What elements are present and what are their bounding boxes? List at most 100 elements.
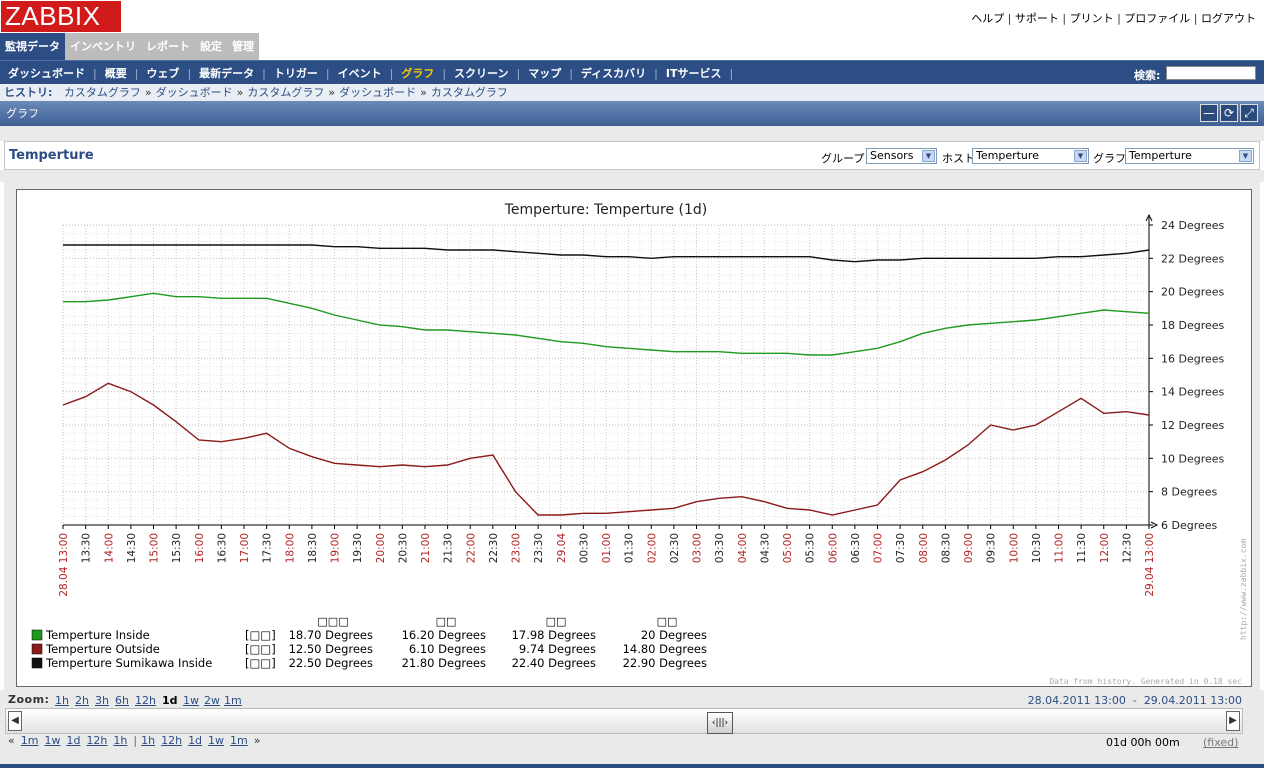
top-link[interactable]: プリント <box>1070 12 1114 25</box>
nav-fwd-1w[interactable]: 1w <box>208 734 224 747</box>
zoom-link-1d[interactable]: 1d <box>162 694 178 707</box>
submenu-item[interactable]: ディスカバリ <box>577 65 650 81</box>
zoom-link-2w[interactable]: 2w <box>204 694 220 707</box>
submenu-item[interactable]: スクリーン <box>450 65 512 81</box>
nav-fwd-1m[interactable]: 1m <box>230 734 248 747</box>
group-select[interactable]: Sensors ▼ <box>866 148 937 164</box>
group-select-value: Sensors <box>870 149 914 162</box>
range-from: 28.04.2011 13:00 <box>1027 694 1126 707</box>
header: ZABBIX ヘルプ | サポート | プリント | プロファイル | ログアウ… <box>0 0 1264 33</box>
refresh-icon[interactable]: ⟳ <box>1220 104 1238 122</box>
search-input[interactable] <box>1166 66 1256 80</box>
x-tick-label: 22:00 <box>465 533 477 563</box>
main-tab[interactable]: 管理 <box>227 33 259 60</box>
host-select-value: Temperture <box>976 149 1039 162</box>
x-tick-label: 15:00 <box>149 533 161 563</box>
period-nav: «1m 1w 1d 12h 1h | 1h 12h 1d 1w 1m» <box>8 734 267 747</box>
history-crumb[interactable]: ダッシュボード <box>339 86 416 99</box>
submenu-item[interactable]: 概要 <box>101 65 131 81</box>
graph-image[interactable]: Temperture: Temperture (1d) 6 Degrees 8 De… <box>16 189 1252 687</box>
search-label: 検索: <box>1134 69 1161 82</box>
nav-back-1m[interactable]: 1m <box>21 734 39 747</box>
top-link[interactable]: サポート <box>1015 12 1059 25</box>
host-select[interactable]: Temperture ▼ <box>972 148 1089 164</box>
zoom-link-1m[interactable]: 1m <box>224 694 242 707</box>
legend-header: □□□ <box>317 615 348 628</box>
x-tick-label: 29.04 13:00 <box>1144 533 1156 597</box>
nav-back-1h[interactable]: 1h <box>113 734 127 747</box>
scroll-left-icon[interactable]: ◀ <box>8 711 22 731</box>
nav-separator: | <box>133 734 138 747</box>
nav-fwd-12h[interactable]: 12h <box>161 734 182 747</box>
submenu-item[interactable]: マップ <box>524 65 565 81</box>
submenu-item[interactable]: トリガー <box>270 65 322 81</box>
x-tick-label: 14:00 <box>103 533 115 563</box>
nav-back-1w[interactable]: 1w <box>44 734 60 747</box>
period-value: 01d 00h 00m <box>1106 736 1180 749</box>
zoom-link-6h[interactable]: 6h <box>115 694 129 707</box>
zabbix-logo[interactable]: ZABBIX <box>1 1 121 32</box>
link-separator: | <box>1058 12 1070 25</box>
main-tab[interactable]: インベントリ <box>65 33 141 60</box>
x-tick-label: 20:30 <box>397 533 409 563</box>
submenu-item[interactable]: 最新データ <box>195 65 258 81</box>
history-bar: ヒストリ: カスタムグラフ» ダッシュボード» カスタムグラフ» ダッシュボード» カス… <box>0 84 1264 101</box>
x-tick-label: 13:30 <box>81 533 93 563</box>
nav-back-1d[interactable]: 1d <box>66 734 80 747</box>
submenu-item[interactable]: ダッシュボード <box>4 65 89 81</box>
zoom-link-1w[interactable]: 1w <box>183 694 199 707</box>
zoom-link-1h[interactable]: 1h <box>55 694 69 707</box>
main-tab[interactable]: レポート <box>141 33 195 60</box>
submenu-item[interactable]: ITサービス <box>662 65 726 81</box>
fixed-toggle[interactable]: (fixed) <box>1203 736 1238 749</box>
legend-name: Temperture Sumikawa Inside <box>45 656 212 670</box>
temperature-chart: Temperture: Temperture (1d) 6 Degrees 8 De… <box>31 202 1248 686</box>
nav-fwd-1h[interactable]: 1h <box>141 734 155 747</box>
crumb-separator: » <box>420 86 427 99</box>
zoom-link-2h[interactable]: 2h <box>75 694 89 707</box>
top-links: ヘルプ | サポート | プリント | プロファイル | ログアウト <box>971 10 1256 26</box>
submenu-separator: | <box>134 66 139 80</box>
zoom-link-3h[interactable]: 3h <box>95 694 109 707</box>
chevron-down-icon: ▼ <box>1074 150 1087 162</box>
series-line-2 <box>63 244 1150 263</box>
history-crumb[interactable]: ダッシュボード <box>156 86 233 99</box>
graph-select[interactable]: Temperture ▼ <box>1125 148 1254 164</box>
x-tick-label: 01:00 <box>601 533 613 563</box>
y-tick-label: 6 Degrees <box>1161 519 1218 532</box>
nav-back-12h[interactable]: 12h <box>86 734 107 747</box>
y-tick-label: 14 Degrees <box>1161 386 1225 399</box>
submenu-item[interactable]: グラフ <box>397 65 438 81</box>
fullscreen-icon[interactable]: ⤢ <box>1240 104 1258 122</box>
minimize-icon[interactable]: — <box>1200 104 1218 122</box>
top-link[interactable]: ログアウト <box>1201 12 1256 25</box>
legend-value: 12.50 Degrees <box>289 642 373 656</box>
zoom-label: Zoom: <box>8 693 50 706</box>
y-tick-label: 12 Degrees <box>1161 419 1225 432</box>
x-tick-label: 21:30 <box>443 533 455 563</box>
zoom-link-12h[interactable]: 12h <box>135 694 156 707</box>
main-tab[interactable]: 設定 <box>195 33 227 60</box>
legend-value: 9.74 Degrees <box>519 642 596 656</box>
submenu-separator: | <box>442 66 447 80</box>
y-tick-label: 10 Degrees <box>1161 452 1225 465</box>
x-tick-label: 11:00 <box>1054 533 1066 563</box>
x-tick-label: 28.04 13:00 <box>58 533 70 597</box>
nav-fwd-1d[interactable]: 1d <box>188 734 202 747</box>
top-link[interactable]: ヘルプ <box>971 12 1004 25</box>
submenu-item[interactable]: イベント <box>334 65 386 81</box>
history-crumb[interactable]: カスタムグラフ <box>247 86 324 99</box>
top-link[interactable]: プロファイル <box>1124 12 1190 25</box>
scroll-right-icon[interactable]: ▶ <box>1226 711 1240 731</box>
x-tick-label: 05:00 <box>782 533 794 563</box>
scroll-thumb[interactable]: ‹|||› <box>707 712 733 734</box>
nav-back-icon: « <box>8 734 15 747</box>
submenu-item[interactable]: ウェブ <box>142 65 183 81</box>
history-crumb[interactable]: カスタムグラフ <box>431 86 508 99</box>
chevron-down-icon: ▼ <box>922 150 935 162</box>
main-tab[interactable]: 監視データ <box>0 33 65 60</box>
time-scrollbar[interactable]: ◀ ‹|||› ▶ <box>5 708 1243 734</box>
legend-swatch <box>31 643 43 655</box>
section-title: グラフ <box>6 107 39 120</box>
history-crumb[interactable]: カスタムグラフ <box>64 86 141 99</box>
